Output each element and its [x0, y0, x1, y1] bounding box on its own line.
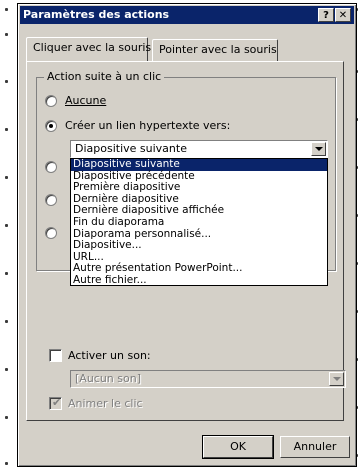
radio-hyperlink-label: Créer un lien hypertexte vers: — [65, 119, 231, 132]
action-settings-dialog: Paramètres des actions ? ✕ Cliquer avec … — [17, 3, 357, 467]
option-slide[interactable]: Diapositive... — [71, 240, 327, 252]
hyperlink-select[interactable]: Diapositive suivante — [70, 140, 328, 158]
ok-button[interactable]: OK — [202, 435, 274, 459]
radio-none-label: Aucune — [65, 94, 107, 107]
option-next-slide[interactable]: Diapositive suivante — [71, 158, 327, 171]
radio-object-action[interactable] — [45, 227, 57, 239]
animate-checkbox[interactable]: ✔ — [49, 397, 62, 410]
hyperlink-dropdown-button[interactable] — [311, 142, 326, 156]
checkmark-icon: ✔ — [52, 396, 62, 409]
title-bar: Paramètres des actions ? ✕ — [20, 6, 354, 24]
sound-checkbox[interactable] — [49, 349, 62, 362]
hyperlink-select-value: Diapositive suivante — [75, 142, 187, 155]
sound-select-value: [Aucun son] — [75, 372, 141, 385]
group-title: Action suite à un clic — [44, 70, 165, 83]
sound-dropdown-button[interactable] — [329, 372, 344, 386]
help-button[interactable]: ? — [318, 8, 334, 22]
animate-checkbox-label: Animer le clic — [68, 397, 143, 410]
chevron-down-icon — [333, 377, 341, 381]
tab-click-mouse[interactable]: Cliquer avec la souris — [26, 37, 151, 61]
radio-hyperlink[interactable] — [45, 120, 57, 132]
cancel-button[interactable]: Annuler — [280, 436, 350, 458]
tab-hover-mouse[interactable]: Pointer avec la souris — [152, 39, 278, 61]
tab-strip: Cliquer avec la souris Pointer avec la s… — [26, 37, 346, 62]
sound-select[interactable]: [Aucun son] — [70, 370, 346, 388]
option-other-file[interactable]: Autre fichier... — [71, 274, 327, 287]
sound-checkbox-label: Activer un son: — [68, 349, 151, 362]
dialog-title: Paramètres des actions — [23, 8, 170, 21]
radio-none[interactable] — [45, 95, 57, 107]
option-end-show[interactable]: Fin du diaporama — [71, 216, 327, 229]
hyperlink-dropdown-list[interactable]: Diapositive suivante Diapositive précéde… — [70, 158, 328, 286]
radio-run-program[interactable] — [45, 161, 57, 173]
radio-run-macro[interactable] — [45, 194, 57, 206]
left-dotted-border — [0, 0, 14, 470]
close-button[interactable]: ✕ — [335, 8, 351, 22]
chevron-down-icon — [315, 147, 323, 151]
